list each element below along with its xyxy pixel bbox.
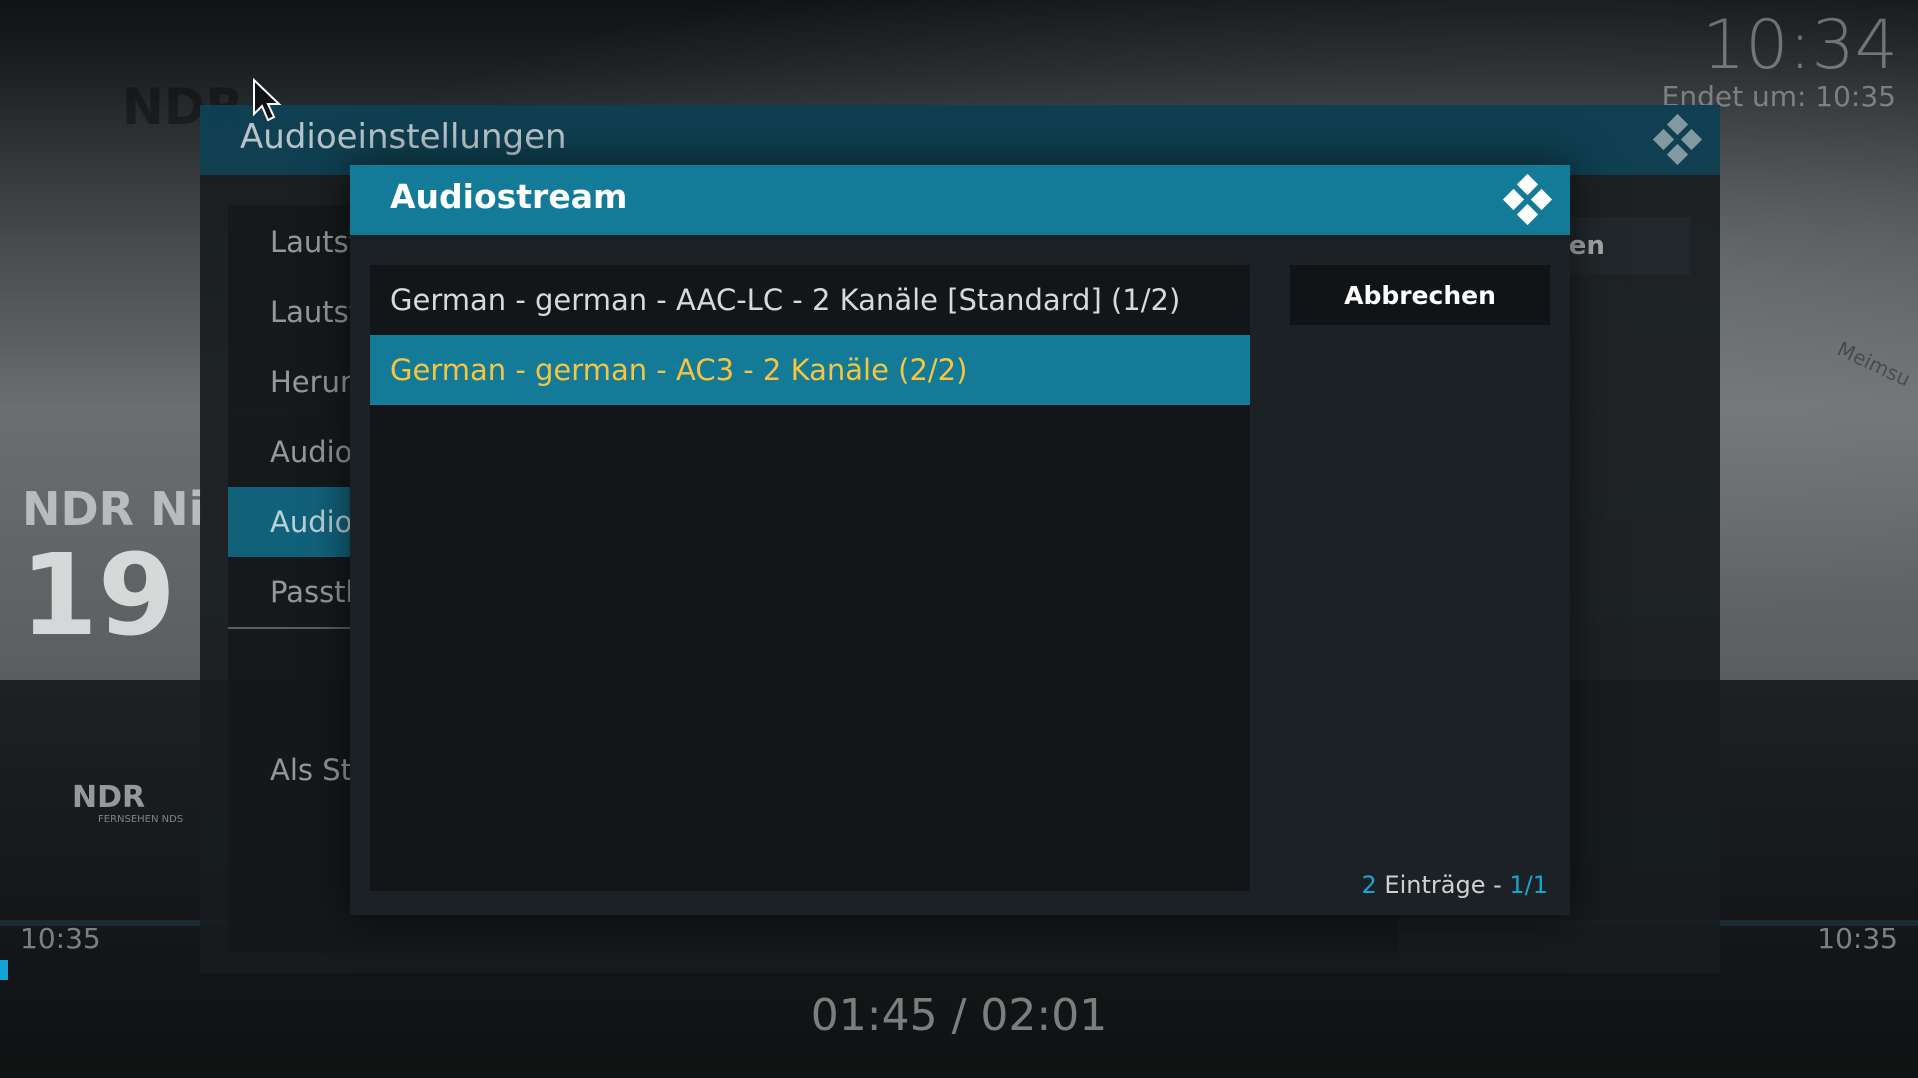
epg-time-left: 10:35	[20, 922, 101, 955]
list-item[interactable]: German - german - AC3 - 2 Kanäle (2/2)	[370, 335, 1250, 405]
channel-name: NDR Ni	[22, 482, 205, 536]
clock-time: 10:34	[1702, 6, 1898, 85]
playback-position: 01:45 / 02:01	[810, 990, 1108, 1041]
audiostream-header: Audiostream	[350, 165, 1570, 235]
channel-small-logo-sub: FERNSEHEN NDS	[98, 814, 184, 825]
item-count-page: 1/1	[1509, 871, 1548, 899]
item-count: 2 Einträge - 1/1	[1362, 871, 1548, 899]
item-count-text: Einträge -	[1376, 871, 1510, 899]
audiostream-dialog: Audiostream German - german - AAC-LC - 2…	[350, 165, 1570, 915]
kodi-logo-icon	[1652, 113, 1703, 166]
item-count-number: 2	[1361, 871, 1377, 899]
audio-settings-title: Audioeinstellungen	[240, 117, 567, 157]
cancel-button[interactable]: Abbrechen	[1290, 265, 1550, 325]
list-item[interactable]: German - german - AAC-LC - 2 Kanäle [Sta…	[370, 265, 1250, 335]
epg-progress	[0, 960, 8, 980]
audiostream-list: German - german - AAC-LC - 2 Kanäle [Sta…	[370, 265, 1250, 891]
audiostream-title: Audiostream	[390, 177, 628, 216]
epg-time-right: 10:35	[1817, 922, 1898, 955]
mouse-pointer-icon	[253, 78, 282, 122]
channel-number: 19	[20, 531, 176, 661]
kodi-logo-icon	[1502, 173, 1553, 226]
channel-small-logo: NDR	[72, 780, 146, 815]
